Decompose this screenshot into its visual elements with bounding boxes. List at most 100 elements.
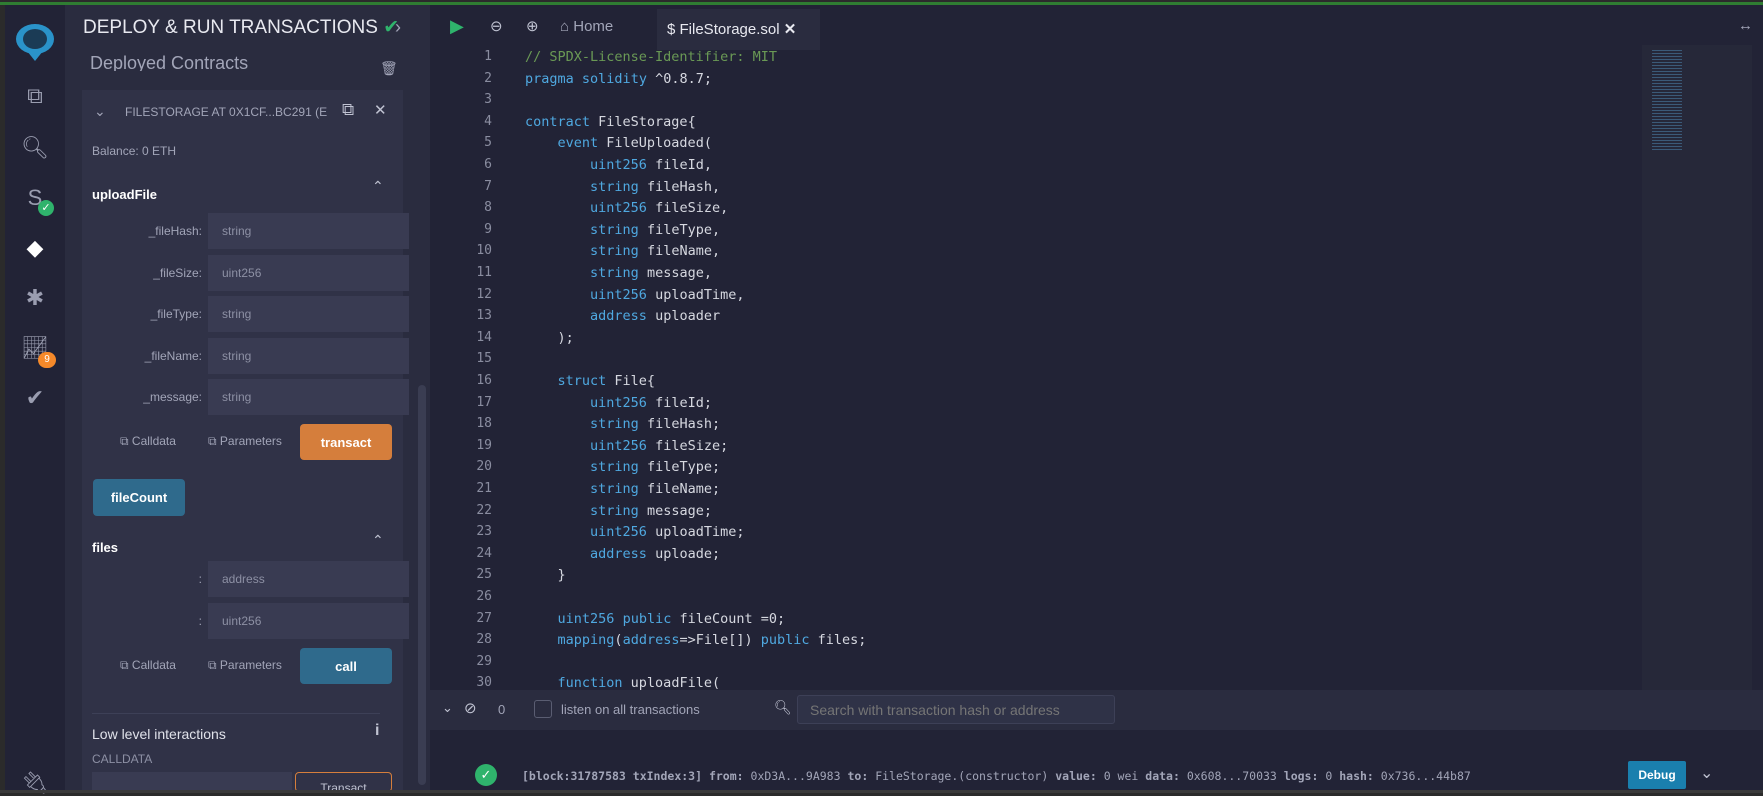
code-line[interactable]: uint256 uploadTime; <box>525 524 744 540</box>
line-number: 4 <box>484 113 492 129</box>
code-line[interactable]: uint256 fileId; <box>525 395 712 411</box>
low-level-transact-button[interactable]: Transact <box>295 772 392 795</box>
scrollbar[interactable] <box>418 385 426 785</box>
param-input[interactable] <box>208 602 409 639</box>
code-line[interactable]: contract FileStorage{ <box>525 114 696 130</box>
terminal: ✓ [block:31787583 txIndex:3] from: 0xD3A… <box>430 730 1763 790</box>
listen-label: listen on all transactions <box>561 702 700 717</box>
tests-icon[interactable]: ✔ <box>5 385 65 411</box>
code-line[interactable]: uint256 fileSize; <box>525 438 728 454</box>
field-label: _fileHash: <box>148 224 202 238</box>
code-line[interactable]: } <box>525 567 566 583</box>
close-icon[interactable]: ✕ <box>374 101 387 119</box>
line-number: 12 <box>476 286 492 302</box>
code-line[interactable]: string fileType; <box>525 459 720 475</box>
field-label: : <box>198 613 202 628</box>
line-number: 28 <box>476 632 492 648</box>
code-line[interactable]: string message, <box>525 265 712 281</box>
listen-checkbox[interactable] <box>534 700 552 718</box>
clear-icon[interactable]: ⊘ <box>464 699 477 717</box>
chevron-up-icon[interactable]: ⌃ <box>372 178 384 195</box>
line-number: 17 <box>476 394 492 410</box>
expand-icon[interactable]: ↔ <box>1738 17 1753 34</box>
code-line[interactable]: pragma solidity ^0.8.7; <box>525 71 712 87</box>
param-input[interactable] <box>208 296 409 332</box>
chevron-up-icon[interactable]: ⌃ <box>372 532 384 549</box>
code-line[interactable]: ); <box>525 330 574 346</box>
line-number: 7 <box>484 178 492 194</box>
line-number: 10 <box>476 243 492 259</box>
copy-icon[interactable]: ⧉ <box>342 100 354 120</box>
expand-log-icon[interactable]: ⌄ <box>1700 763 1713 783</box>
code-line[interactable]: string fileHash; <box>525 416 720 432</box>
line-number: 5 <box>484 135 492 151</box>
close-tab-icon[interactable]: ✕ <box>784 21 797 38</box>
pending-count: 0 <box>498 702 506 717</box>
info-icon[interactable]: i <box>375 722 379 740</box>
debug-button[interactable]: Debug <box>1628 761 1686 789</box>
parameters-copy[interactable]: ⧉ Parameters <box>208 434 282 449</box>
code-line[interactable]: address uploader <box>525 308 720 324</box>
run-icon[interactable]: ▶ <box>450 16 464 37</box>
line-number: 2 <box>484 70 492 86</box>
low-level-title: Low level interactions <box>92 726 226 742</box>
line-number: 20 <box>476 459 492 475</box>
call-button[interactable]: call <box>300 648 392 684</box>
line-number: 6 <box>484 157 492 172</box>
home-icon: ⌂ <box>560 18 570 35</box>
code-line[interactable]: // SPDX-License-Identifier: MIT <box>525 49 777 65</box>
line-number: 25 <box>476 567 492 583</box>
param-input[interactable] <box>208 337 409 374</box>
code-line[interactable]: uint256 public fileCount =0; <box>525 611 786 627</box>
debugger-icon[interactable]: ✱ <box>5 285 65 311</box>
code-line[interactable]: uint256 fileId, <box>525 157 712 173</box>
tab-home[interactable]: ⌂ Home <box>560 18 613 35</box>
collapse-terminal-icon[interactable]: ⌄ <box>442 700 453 716</box>
search-icon[interactable]: 🔍︎ <box>5 135 65 161</box>
line-number: 15 <box>476 351 492 367</box>
code-line[interactable]: function uploadFile( <box>525 675 721 691</box>
remix-logo-icon[interactable] <box>5 19 65 71</box>
line-number: 18 <box>476 416 492 432</box>
calldata-copy[interactable]: ⧉ Calldata <box>120 658 176 673</box>
code-line[interactable]: string fileHash, <box>525 179 720 195</box>
calldata-copy[interactable]: ⧉ Calldata <box>120 434 176 449</box>
transaction-log[interactable]: [block:31787583 txIndex:3] from: 0xD3A..… <box>522 769 1471 783</box>
parameters-copy[interactable]: ⧉ Parameters <box>208 658 282 673</box>
chevron-down-icon[interactable]: ⌄ <box>94 103 106 120</box>
contract-label: FILESTORAGE AT 0X1CF...BC291 (E <box>125 105 328 119</box>
code-line[interactable]: uint256 uploadTime, <box>525 287 744 303</box>
code-line[interactable]: string message; <box>525 503 712 519</box>
chevron-right-icon[interactable]: › <box>395 17 401 38</box>
solidity-compiler-icon[interactable]: S ✓ <box>5 185 65 216</box>
filecount-button[interactable]: fileCount <box>93 479 185 516</box>
transaction-search-input[interactable] <box>797 695 1115 724</box>
tab-filestorage[interactable]: $ FileStorage.sol ✕ <box>657 9 820 50</box>
param-input[interactable] <box>208 561 409 597</box>
analysis-icon[interactable]: 📈︎ 9 <box>5 335 65 368</box>
code-line[interactable]: string fileName, <box>525 243 720 259</box>
param-input[interactable] <box>208 254 409 291</box>
code-line[interactable]: address uploade; <box>525 546 720 562</box>
file-explorer-icon[interactable]: ⧉ <box>5 83 65 109</box>
panel-title: DEPLOY & RUN TRANSACTIONS ✔ <box>83 17 400 38</box>
code-line[interactable]: string fileType, <box>525 222 720 238</box>
code-line[interactable]: event FileUploaded( <box>525 135 712 151</box>
zoom-out-icon[interactable]: ⊖ <box>490 17 503 35</box>
minimap[interactable] <box>1642 45 1752 690</box>
param-input[interactable] <box>208 213 409 249</box>
calldata-input[interactable] <box>92 772 292 792</box>
line-number: 29 <box>476 653 492 669</box>
deploy-run-icon[interactable]: ◆ <box>5 235 65 261</box>
transact-button[interactable]: transact <box>300 424 392 460</box>
trash-icon[interactable]: 🗑︎ <box>380 60 398 77</box>
code-line[interactable]: string fileName; <box>525 481 720 497</box>
code-line[interactable]: uint256 fileSize, <box>525 200 728 216</box>
code-line[interactable]: mapping(address=>File[]) public files; <box>525 632 867 648</box>
line-number: 24 <box>476 545 492 561</box>
param-input[interactable] <box>208 379 409 415</box>
search-icon: 🔍︎ <box>774 699 792 715</box>
zoom-in-icon[interactable]: ⊕ <box>526 17 539 35</box>
function-name: files <box>92 540 119 555</box>
code-line[interactable]: struct File{ <box>525 373 656 389</box>
